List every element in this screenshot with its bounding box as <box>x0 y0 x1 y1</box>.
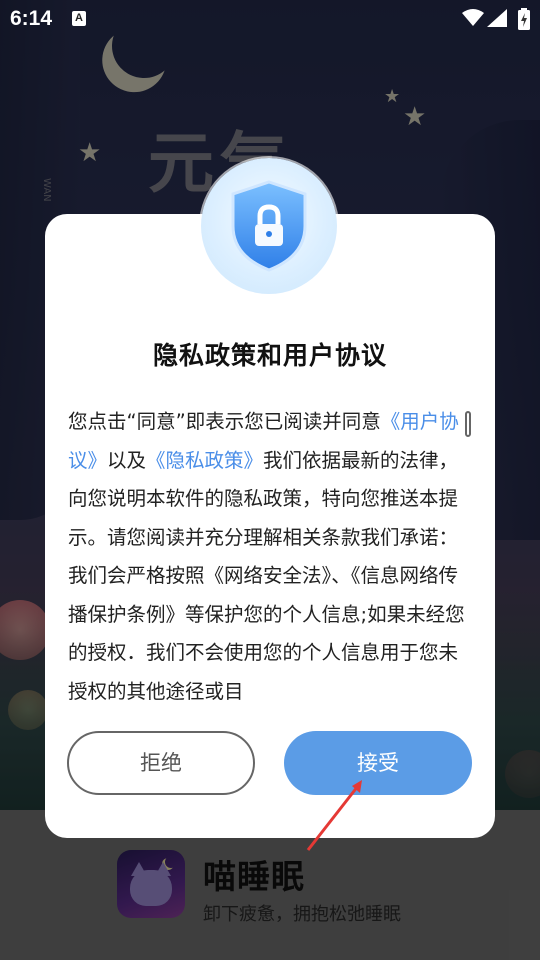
reject-button[interactable]: 拒绝 <box>67 731 255 795</box>
battery-charging-icon <box>518 8 530 30</box>
privacy-policy-link[interactable]: 《隐私政策》 <box>146 449 263 472</box>
annotation-arrow-icon <box>306 780 362 851</box>
privacy-dialog: 隐私政策和用户协议 您点击“同意”即表示您已阅读并同意《用户协议》以及《隐私政策… <box>45 214 495 838</box>
body-text: 以及 <box>107 448 147 472</box>
signal-icon <box>487 9 507 27</box>
dialog-body[interactable]: 您点击“同意”即表示您已阅读并同意《用户协议》以及《隐私政策》我们依据最新的法律… <box>68 403 470 709</box>
scrollbar-thumb[interactable] <box>465 411 471 437</box>
body-text: 您点击“同意”即表示您已阅读并同意 <box>68 410 381 433</box>
status-bar: 6:14 A <box>0 0 540 38</box>
shield-lock-icon <box>201 158 337 294</box>
status-time: 6:14 <box>10 7 53 30</box>
notification-icon: A <box>72 11 86 26</box>
dialog-title: 隐私政策和用户协议 <box>152 341 387 370</box>
wifi-icon <box>462 9 484 26</box>
body-text: 我们依据最新的法律，向您说明本软件的隐私政策，特向您推送本提示。请您阅读并充分理… <box>68 448 465 703</box>
